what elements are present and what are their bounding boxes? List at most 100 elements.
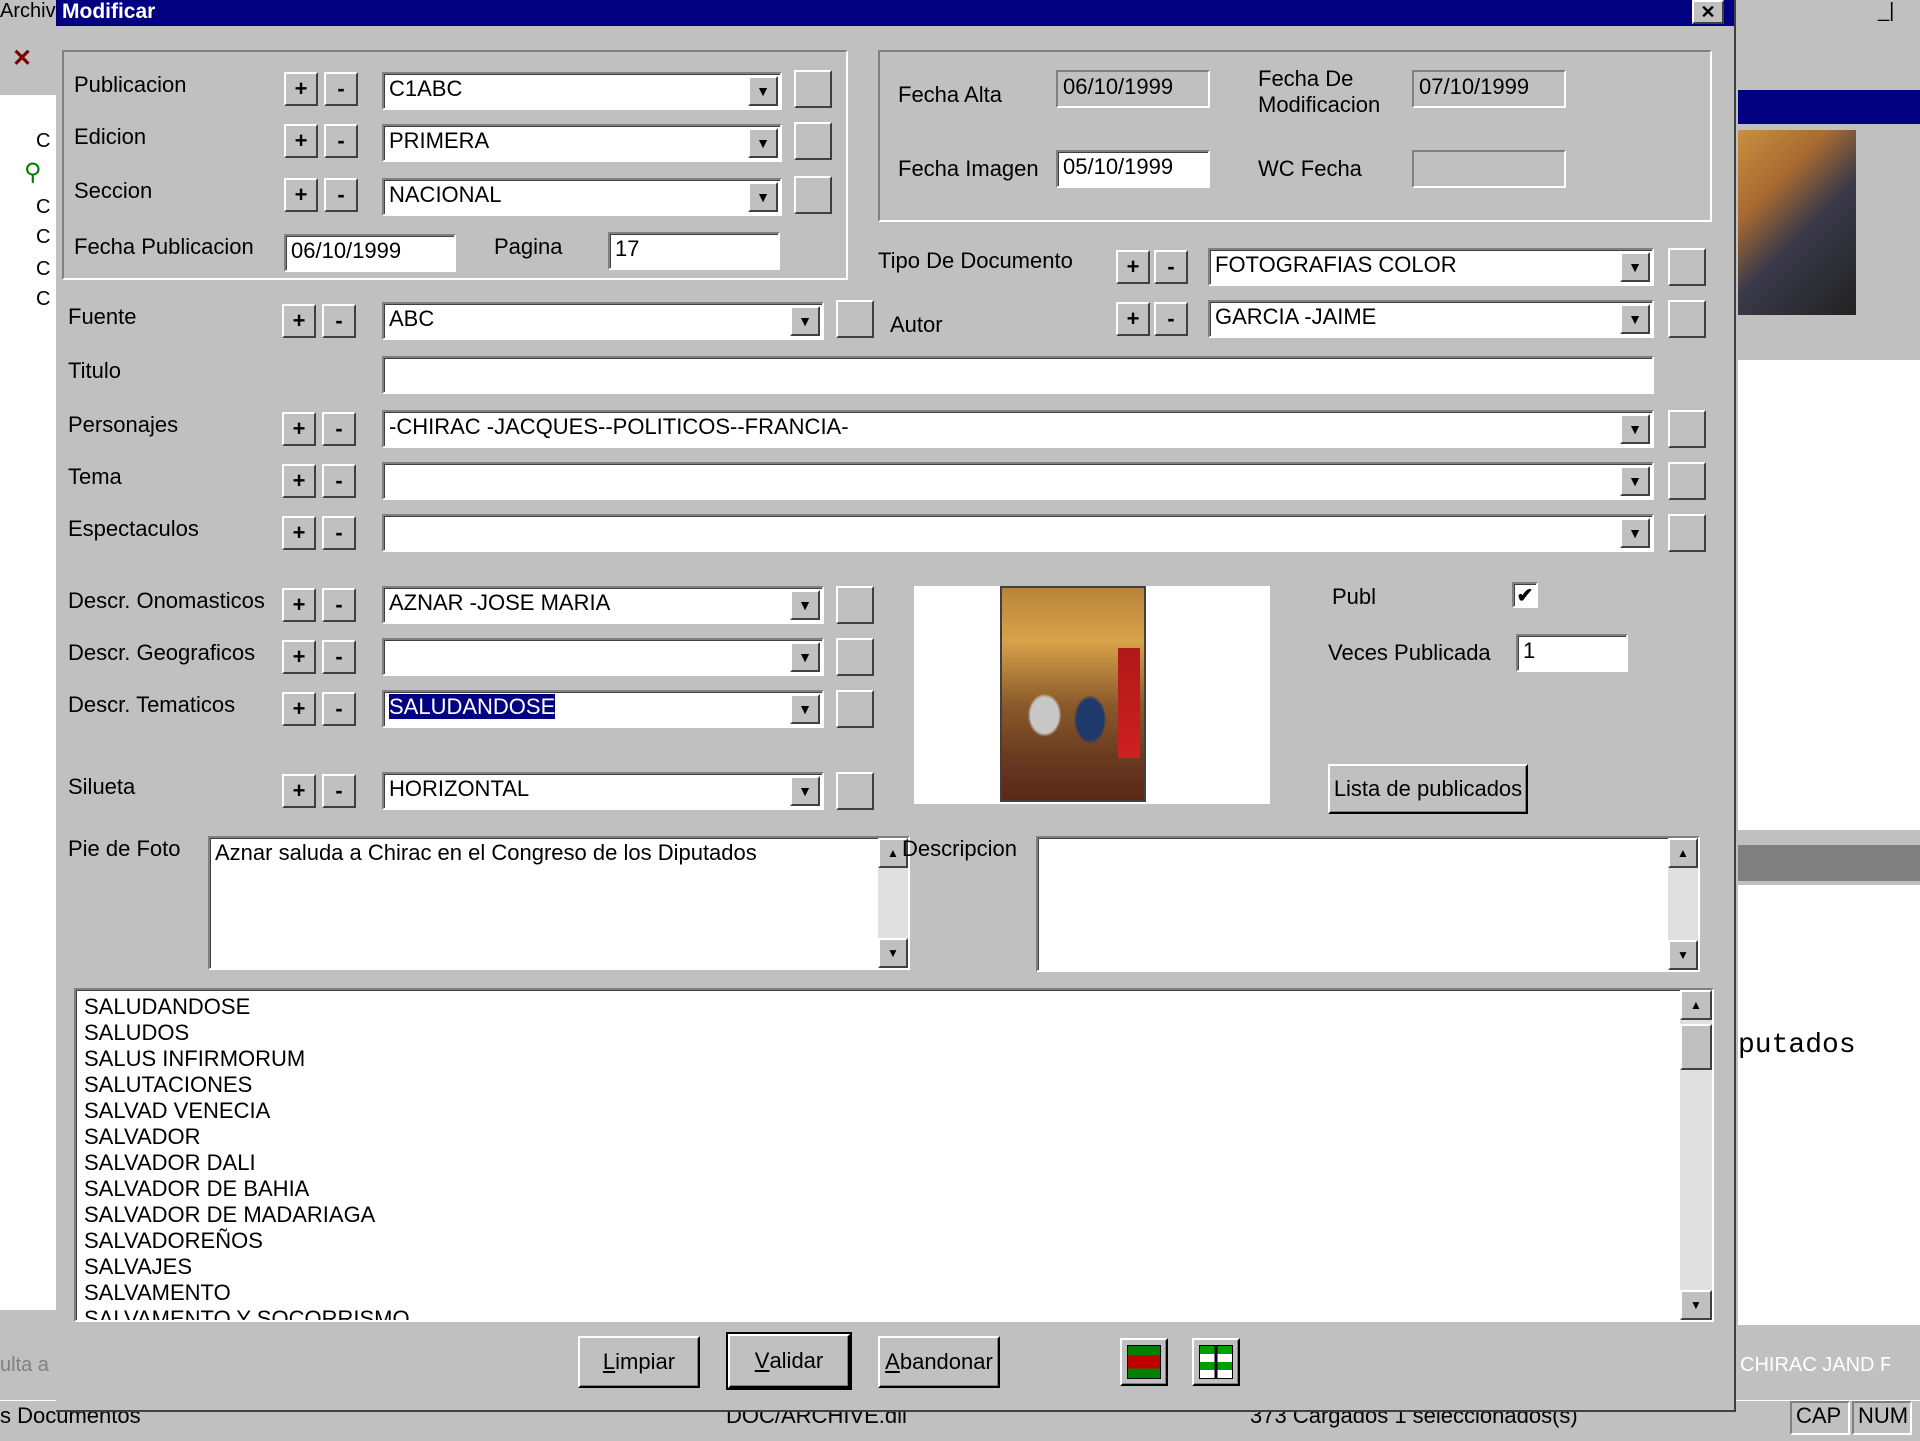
descripcion-textarea[interactable]: ▲ ▼: [1036, 836, 1700, 972]
chevron-down-icon[interactable]: ▼: [790, 642, 820, 672]
tema-remove-button[interactable]: -: [322, 464, 356, 498]
fecha-imagen-field[interactable]: 05/10/1999: [1056, 150, 1210, 188]
autor-remove-button[interactable]: -: [1154, 302, 1188, 336]
espectaculos-combo[interactable]: ▼: [382, 514, 1654, 552]
publicacion-combo[interactable]: C1ABC ▼: [382, 72, 782, 110]
list-item[interactable]: SALVADOR: [84, 1124, 1704, 1150]
publicacion-lookup-button[interactable]: [794, 70, 832, 108]
descr-tematicos-lookup-button[interactable]: [836, 690, 874, 728]
descr-geograficos-combo[interactable]: ▼: [382, 638, 824, 676]
bg-tree-item-1[interactable]: C: [36, 196, 50, 219]
edicion-lookup-button[interactable]: [794, 122, 832, 160]
descripcion-scrollbar[interactable]: ▲ ▼: [1668, 838, 1698, 970]
close-button[interactable]: ✕: [1692, 0, 1724, 24]
list-item[interactable]: SALVAJES: [84, 1254, 1704, 1280]
chevron-down-icon[interactable]: ▼: [790, 776, 820, 806]
silueta-lookup-button[interactable]: [836, 772, 874, 810]
list-item[interactable]: SALVAMENTO Y SOCORRISMO: [84, 1306, 1704, 1320]
limpiar-button[interactable]: Limpiar: [578, 1336, 700, 1388]
fuente-lookup-button[interactable]: [836, 300, 874, 338]
scroll-down-icon[interactable]: ▼: [878, 938, 908, 968]
seccion-remove-button[interactable]: -: [324, 178, 358, 212]
tipo-documento-lookup-button[interactable]: [1668, 248, 1706, 286]
personajes-combo[interactable]: -CHIRAC -JACQUES--POLITICOS--FRANCIA- ▼: [382, 410, 1654, 448]
tipo-documento-add-button[interactable]: +: [1116, 250, 1150, 284]
list-item[interactable]: SALUTACIONES: [84, 1072, 1704, 1098]
veces-publicada-field[interactable]: 1: [1516, 634, 1628, 672]
list-item[interactable]: SALVADOR DALI: [84, 1150, 1704, 1176]
list-item[interactable]: SALUDANDOSE: [84, 994, 1704, 1020]
chevron-down-icon[interactable]: ▼: [1620, 304, 1650, 334]
espectaculos-add-button[interactable]: +: [282, 516, 316, 550]
fuente-combo[interactable]: ABC ▼: [382, 302, 824, 340]
descr-geograficos-add-button[interactable]: +: [282, 640, 316, 674]
tipo-documento-remove-button[interactable]: -: [1154, 250, 1188, 284]
personajes-add-button[interactable]: +: [282, 412, 316, 446]
personajes-lookup-button[interactable]: [1668, 410, 1706, 448]
list-item[interactable]: SALVADOREÑOS: [84, 1228, 1704, 1254]
list-item[interactable]: SALVAMENTO: [84, 1280, 1704, 1306]
descr-onomasticos-add-button[interactable]: +: [282, 588, 316, 622]
descr-tematicos-combo[interactable]: SALUDANDOSE ▼: [382, 690, 824, 728]
scroll-down-icon[interactable]: ▼: [1668, 940, 1698, 970]
scroll-up-icon[interactable]: ▲: [1668, 838, 1698, 868]
scrollbar-thumb[interactable]: [1680, 1024, 1712, 1070]
tema-lookup-button[interactable]: [1668, 462, 1706, 500]
chevron-down-icon[interactable]: ▼: [790, 306, 820, 336]
descr-tematicos-add-button[interactable]: +: [282, 692, 316, 726]
descr-geograficos-remove-button[interactable]: -: [322, 640, 356, 674]
grid-view-button[interactable]: [1192, 1338, 1240, 1386]
autor-lookup-button[interactable]: [1668, 300, 1706, 338]
chevron-down-icon[interactable]: ▼: [748, 76, 778, 106]
autor-add-button[interactable]: +: [1116, 302, 1150, 336]
autor-combo[interactable]: GARCIA -JAIME ▼: [1208, 300, 1654, 338]
titulo-field[interactable]: [382, 356, 1654, 394]
descr-onomasticos-lookup-button[interactable]: [836, 586, 874, 624]
descr-geograficos-lookup-button[interactable]: [836, 638, 874, 676]
scroll-up-icon[interactable]: ▲: [1680, 990, 1712, 1020]
bg-tool-icon[interactable]: ✕: [12, 44, 48, 80]
bg-tree-item-0[interactable]: C: [36, 130, 50, 153]
list-item[interactable]: SALVAD VENECIA: [84, 1098, 1704, 1124]
abandonar-button[interactable]: Abandonar: [878, 1336, 1000, 1388]
list-item[interactable]: SALUS INFIRMORUM: [84, 1046, 1704, 1072]
espectaculos-remove-button[interactable]: -: [322, 516, 356, 550]
validar-button[interactable]: Validar: [726, 1332, 852, 1390]
seccion-add-button[interactable]: +: [284, 178, 318, 212]
chevron-down-icon[interactable]: ▼: [748, 182, 778, 212]
espectaculos-lookup-button[interactable]: [1668, 514, 1706, 552]
silueta-combo[interactable]: HORIZONTAL ▼: [382, 772, 824, 810]
descr-onomasticos-combo[interactable]: AZNAR -JOSE MARIA ▼: [382, 586, 824, 624]
list-item[interactable]: SALUDOS: [84, 1020, 1704, 1046]
chevron-down-icon[interactable]: ▼: [1620, 466, 1650, 496]
chevron-down-icon[interactable]: ▼: [1620, 518, 1650, 548]
personajes-remove-button[interactable]: -: [322, 412, 356, 446]
chevron-down-icon[interactable]: ▼: [790, 694, 820, 724]
edicion-combo[interactable]: PRIMERA ▼: [382, 124, 782, 162]
pie-de-foto-textarea[interactable]: Aznar saluda a Chirac en el Congreso de …: [208, 836, 910, 970]
bg-tree-item-3[interactable]: C: [36, 258, 50, 281]
chevron-down-icon[interactable]: ▼: [1620, 414, 1650, 444]
listbox-scrollbar[interactable]: ▲ ▼: [1680, 990, 1712, 1320]
suggestion-listbox[interactable]: SALUDANDOSE SALUDOS SALUS INFIRMORUM SAL…: [74, 988, 1714, 1322]
silueta-add-button[interactable]: +: [282, 774, 316, 808]
fuente-remove-button[interactable]: -: [322, 304, 356, 338]
bg-minimize-button[interactable]: _|: [1878, 0, 1918, 26]
publicacion-add-button[interactable]: +: [284, 72, 318, 106]
chevron-down-icon[interactable]: ▼: [790, 590, 820, 620]
scroll-down-icon[interactable]: ▼: [1680, 1290, 1712, 1320]
list-item[interactable]: SALVADOR DE MADARIAGA: [84, 1202, 1704, 1228]
pagina-field[interactable]: 17: [608, 232, 780, 270]
edicion-add-button[interactable]: +: [284, 124, 318, 158]
export-table-button[interactable]: [1120, 1338, 1168, 1386]
publ-checkbox[interactable]: ✔: [1512, 582, 1538, 608]
seccion-combo[interactable]: NACIONAL ▼: [382, 178, 782, 216]
photo-thumbnail[interactable]: [1000, 586, 1146, 802]
tipo-documento-combo[interactable]: FOTOGRAFIAS COLOR ▼: [1208, 248, 1654, 286]
dialog-title-bar[interactable]: Modificar ✕: [56, 0, 1734, 26]
edicion-remove-button[interactable]: -: [324, 124, 358, 158]
fecha-publicacion-field[interactable]: 06/10/1999: [284, 234, 456, 272]
descr-tematicos-remove-button[interactable]: -: [322, 692, 356, 726]
bg-tree-item-2[interactable]: C: [36, 226, 50, 249]
chevron-down-icon[interactable]: ▼: [748, 128, 778, 158]
